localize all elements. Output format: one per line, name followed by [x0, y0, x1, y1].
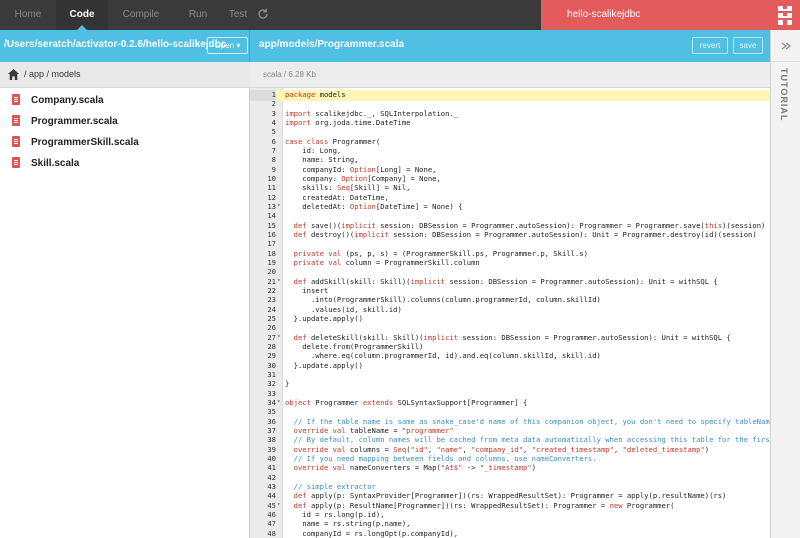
top-nav-bar: Home Code Compile Run Test hello-scalike…	[0, 0, 770, 30]
tutorial-toggle[interactable]	[771, 30, 800, 62]
nav-test[interactable]: Test	[222, 0, 254, 30]
file-meta: scala / 6.28 Kb	[263, 70, 316, 79]
code-text: companyId = rs.longOpt(p.companyId),	[285, 528, 459, 538]
file-icon	[12, 94, 20, 105]
fold-arrow-icon[interactable]: ▾	[277, 397, 281, 408]
fold-arrow-icon[interactable]: ▾	[277, 332, 281, 343]
breadcrumb: / app / models	[0, 62, 250, 88]
app-name-badge[interactable]: hello-scalikejdbc	[541, 0, 770, 30]
breadcrumb-path[interactable]: / app / models	[24, 69, 81, 79]
tutorial-tab[interactable]: TUTORIAL	[779, 68, 789, 121]
code-line[interactable]: 48 companyId = rs.longOpt(p.companyId),	[250, 529, 770, 538]
file-item-programmerskill[interactable]: ProgrammerSkill.scala	[0, 132, 249, 153]
caret-down-icon: ▾	[236, 41, 241, 50]
nav-code[interactable]: Code	[56, 0, 108, 30]
file-browser: / app / models Company.scala Programmer.…	[0, 62, 250, 538]
code-editor[interactable]: scala / 6.28 Kb 1 package models 2 3 import …	[250, 62, 770, 538]
nav-home[interactable]: Home	[0, 0, 56, 30]
collapse-icon[interactable]	[781, 41, 791, 51]
fold-arrow-icon[interactable]: ▾	[277, 500, 281, 511]
file-icon	[12, 157, 20, 168]
open-button-label: Open	[214, 41, 235, 50]
activator-logo-icon[interactable]	[770, 0, 800, 30]
project-path-bar: /Users/seratch/activator-0.2.6/hello-sca…	[0, 30, 250, 62]
file-name: Skill.scala	[31, 158, 80, 169]
line-number: 48	[267, 528, 276, 538]
refresh-icon[interactable]	[257, 8, 269, 20]
file-name: ProgrammerSkill.scala	[31, 137, 139, 148]
file-name: Programmer.scala	[31, 116, 118, 127]
code-area[interactable]: 1 package models 2 3 import scalikejdbc._, S…	[250, 88, 770, 538]
save-button[interactable]: save	[733, 37, 763, 54]
activator-window: Home Code Compile Run Test hello-scalike…	[0, 0, 800, 538]
file-item-programmer[interactable]: Programmer.scala	[0, 111, 249, 132]
file-icon	[12, 136, 20, 147]
file-item-company[interactable]: Company.scala	[0, 90, 249, 111]
revert-button[interactable]: revert	[692, 37, 728, 54]
file-path-bar: app/models/Programmer.scala revert save	[250, 30, 770, 62]
app-name: hello-scalikejdbc	[567, 9, 641, 20]
tutorial-panel: TUTORIAL	[770, 30, 800, 538]
fold-arrow-icon[interactable]: ▾	[277, 201, 281, 212]
open-button[interactable]: Open ▾	[207, 37, 248, 54]
fold-arrow-icon[interactable]: ▾	[277, 276, 281, 287]
nav-run[interactable]: Run	[174, 0, 222, 30]
file-info-bar: scala / 6.28 Kb	[250, 62, 770, 88]
home-icon[interactable]	[7, 68, 20, 81]
file-item-skill[interactable]: Skill.scala	[0, 153, 249, 174]
file-name: Company.scala	[31, 95, 104, 106]
file-icon	[12, 115, 20, 126]
nav-compile[interactable]: Compile	[108, 0, 174, 30]
file-path: app/models/Programmer.scala	[259, 39, 405, 50]
project-path: /Users/seratch/activator-0.2.6/hello-sca…	[4, 39, 227, 50]
